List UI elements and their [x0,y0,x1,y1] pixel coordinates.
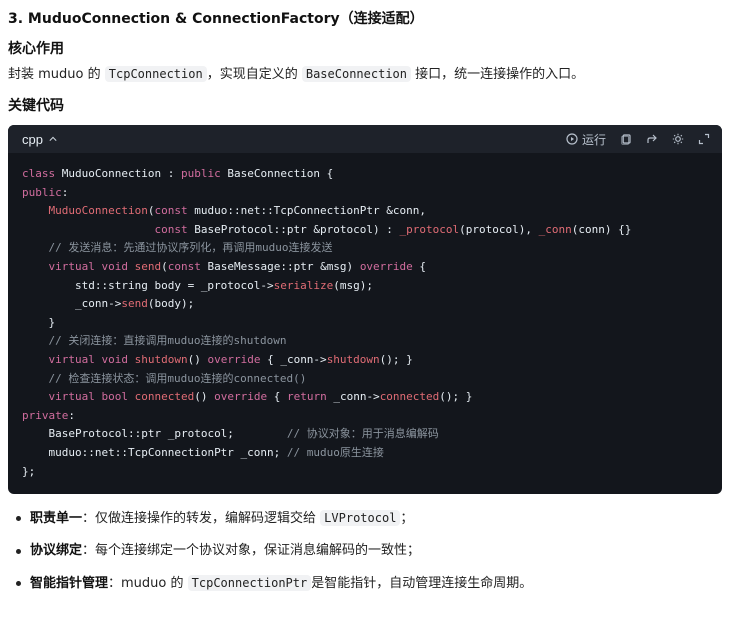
language-selector[interactable]: cpp [22,132,57,147]
play-icon [566,133,578,145]
code-line: class MuduoConnection : public BaseConne… [22,167,334,180]
bullet-item: 智能指针管理：muduo 的 TcpConnectionPtr 是智能指针，自动管… [8,573,733,594]
bullet-tail: ； [400,511,414,526]
code-line: muduo::net::TcpConnectionPtr _conn; // m… [48,445,384,459]
run-label: 运行 [581,132,606,147]
bullet-title: 协议绑定 [30,543,83,558]
code-line: // 发送消息：先通过协议序列化，再调用muduo连接发送 [48,241,333,255]
section-title: 3. MuduoConnection & ConnectionFactory（连… [8,11,424,27]
code-line: public: [22,185,69,199]
code-line: BaseProtocol::ptr _protocol; // 协议对象：用于消… [48,427,439,441]
bullet-list: 职责单一：仅做连接操作的转发，编解码逻辑交给 LVProtocol； 协议绑定：… [8,508,733,594]
code-line: } [48,315,56,329]
code-line: // 关闭连接：直接调用muduo连接的shutdown [48,334,287,348]
copy-icon[interactable] [620,133,632,145]
code-line: virtual void send(const BaseMessage::ptr… [48,259,427,273]
bullet-tail: 是智能指针，自动管理连接生命周期。 [311,576,533,591]
inline-code: TcpConnectionPtr [187,575,312,591]
document-page: 3. MuduoConnection & ConnectionFactory（连… [0,0,741,618]
inline-code-baseconnection: BaseConnection [301,66,411,82]
expand-icon[interactable] [698,133,710,145]
code-line: std::string body = _protocol->serialize(… [74,278,374,292]
intro-paragraph: 封装 muduo 的 TcpConnection ，实现自定义的 BaseConn… [8,64,733,85]
code-line: const BaseProtocol::ptr &protocol) : _pr… [154,222,632,236]
bullet-title: 智能指针管理 [30,576,109,591]
intro-prefix: 封装 muduo 的 [8,67,101,82]
bullet-text: ：每个连接绑定一个协议对象，保证消息编解码的一致性； [82,543,421,558]
code-line: _conn->send(body); [74,297,195,311]
theme-icon[interactable] [672,133,684,145]
core-heading: 核心作用 [8,41,64,57]
code-header: cpp 运行 [8,125,722,153]
bullet-item: 协议绑定：每个连接绑定一个协议对象，保证消息编解码的一致性； [8,541,733,561]
code-line: private: [22,408,75,422]
intro-middle: ，实现自定义的 [206,67,298,82]
inline-code: LVProtocol [320,510,401,526]
inline-code-tcpconnection: TcpConnection [104,66,207,82]
code-line: virtual void shutdown() override { _conn… [48,352,413,366]
code-content: class MuduoConnection : public BaseConne… [8,153,722,481]
code-line: virtual bool connected() override { retu… [48,390,473,404]
bullet-title: 职责单一 [30,511,83,526]
bullet-text: ：仅做连接操作的转发，编解码逻辑交给 [82,511,317,526]
language-label: cpp [22,131,43,147]
run-button[interactable]: 运行 [566,131,606,148]
share-icon[interactable] [646,133,658,145]
key-heading: 关键代码 [8,98,64,114]
code-line: }; [22,464,36,478]
intro-suffix: 接口，统一连接操作的入口。 [415,67,585,82]
code-line: // 检查连接状态：调用muduo连接的connected() [48,371,307,385]
bullet-item: 职责单一：仅做连接操作的转发，编解码逻辑交给 LVProtocol； [8,508,733,529]
code-line: MuduoConnection(const muduo::net::TcpCon… [48,204,427,218]
bullet-text: ：muduo 的 [108,576,184,591]
chevron-up-icon [49,136,57,141]
code-line-0-text: MuduoConnection : [61,167,181,180]
code-actions: 运行 [566,131,710,148]
code-block: cpp 运行 class MuduoConnection: public Ba… [8,125,722,494]
